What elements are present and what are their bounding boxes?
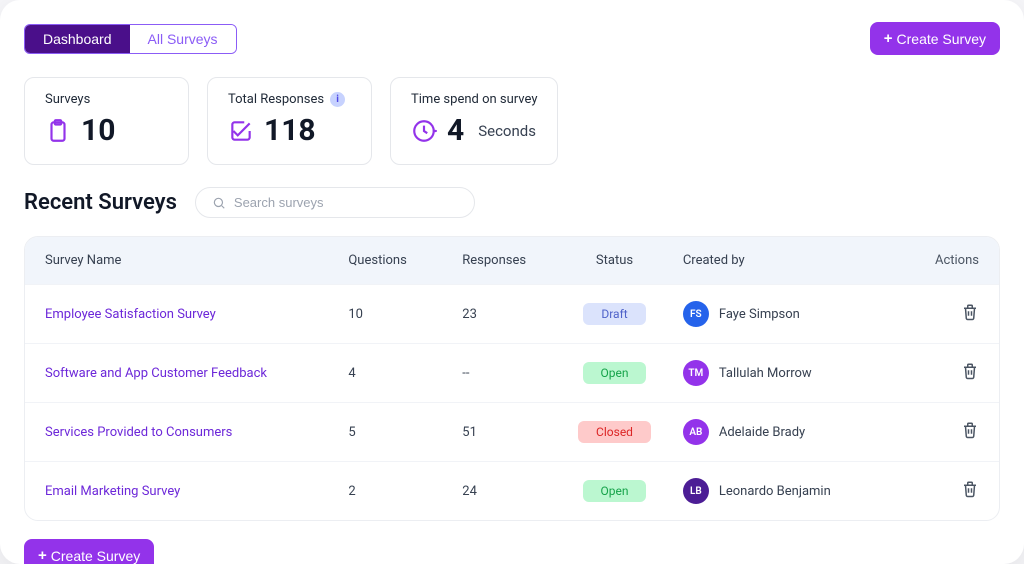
- user-name: Tallulah Morrow: [719, 366, 812, 381]
- cell-questions: 5: [318, 425, 432, 440]
- cell-status: Open: [546, 480, 683, 502]
- search-input[interactable]: [234, 195, 458, 210]
- topbar: Dashboard All Surveys + Create Survey: [24, 22, 1000, 55]
- col-actions: Actions: [888, 253, 979, 268]
- cell-questions: 4: [318, 366, 432, 381]
- stat-time-value: 4: [447, 113, 464, 148]
- status-badge: Closed: [578, 421, 651, 443]
- cell-responses: 24: [432, 484, 546, 499]
- surveys-table: Survey Name Questions Responses Status C…: [24, 236, 1000, 521]
- plus-icon: +: [884, 30, 893, 47]
- user-name: Leonardo Benjamin: [719, 484, 831, 499]
- cell-created-by: TM Tallulah Morrow: [683, 360, 888, 386]
- create-survey-button[interactable]: + Create Survey: [870, 22, 1000, 55]
- cell-status: Draft: [546, 303, 683, 325]
- status-badge: Open: [583, 362, 647, 384]
- survey-name-link[interactable]: Services Provided to Consumers: [45, 425, 318, 440]
- cell-created-by: LB Leonardo Benjamin: [683, 478, 888, 504]
- app-frame: Dashboard All Surveys + Create Survey Su…: [0, 0, 1024, 564]
- cell-status: Open: [546, 362, 683, 384]
- section-title: Recent Surveys: [24, 190, 177, 215]
- delete-icon[interactable]: [961, 421, 979, 443]
- create-survey-label: Create Survey: [897, 31, 986, 47]
- col-responses: Responses: [432, 253, 546, 268]
- avatar: FS: [683, 301, 709, 327]
- view-tabs: Dashboard All Surveys: [24, 24, 237, 54]
- user-name: Faye Simpson: [719, 307, 800, 322]
- tab-all-surveys[interactable]: All Surveys: [130, 25, 236, 53]
- table-row: Services Provided to Consumers551 Closed A…: [25, 402, 999, 461]
- col-questions: Questions: [318, 253, 432, 268]
- table-row: Email Marketing Survey224 Open LB Leonardo …: [25, 461, 999, 520]
- cell-responses: --: [432, 366, 546, 381]
- col-name: Survey Name: [45, 253, 318, 268]
- cell-questions: 10: [318, 307, 432, 322]
- stat-time: Time spend on survey 4 Seconds: [390, 77, 558, 165]
- table-row: Software and App Customer Feedback4-- Ope…: [25, 343, 999, 402]
- col-status: Status: [546, 253, 683, 268]
- check-square-icon: [228, 118, 254, 144]
- stats-row: Surveys 10 Total Responses i 118 Time sp…: [24, 77, 1000, 165]
- table-header: Survey Name Questions Responses Status C…: [25, 237, 999, 284]
- stat-responses: Total Responses i 118: [207, 77, 372, 165]
- survey-name-link[interactable]: Employee Satisfaction Survey: [45, 307, 318, 322]
- clipboard-icon: [45, 118, 71, 144]
- survey-name-link[interactable]: Software and App Customer Feedback: [45, 366, 318, 381]
- footer: + Create Survey: [24, 539, 1000, 564]
- avatar: LB: [683, 478, 709, 504]
- col-created-by: Created by: [683, 253, 888, 268]
- cell-responses: 23: [432, 307, 546, 322]
- survey-name-link[interactable]: Email Marketing Survey: [45, 484, 318, 499]
- search-wrap[interactable]: [195, 187, 475, 218]
- stat-time-unit: Seconds: [478, 122, 536, 140]
- status-badge: Draft: [583, 303, 645, 325]
- table-row: Employee Satisfaction Survey1023DraftFSF…: [25, 284, 999, 343]
- search-icon: [212, 196, 226, 210]
- info-icon[interactable]: i: [330, 92, 345, 107]
- delete-icon[interactable]: [961, 480, 979, 502]
- cell-questions: 2: [318, 484, 432, 499]
- create-survey-button-footer[interactable]: + Create Survey: [24, 539, 154, 564]
- status-badge: Open: [583, 480, 647, 502]
- delete-icon[interactable]: [961, 303, 979, 325]
- avatar: AB: [683, 419, 709, 445]
- stat-surveys-value: 10: [81, 113, 115, 148]
- stat-responses-title: Total Responses: [228, 92, 324, 107]
- cell-created-by: FS Faye Simpson: [683, 301, 888, 327]
- create-survey-label: Create Survey: [51, 548, 140, 564]
- stat-surveys: Surveys 10: [24, 77, 189, 165]
- tab-dashboard[interactable]: Dashboard: [25, 25, 130, 53]
- stat-time-title: Time spend on survey: [411, 92, 537, 107]
- stat-surveys-title: Surveys: [45, 92, 168, 107]
- cell-created-by: AB Adelaide Brady: [683, 419, 888, 445]
- cell-status: Closed: [546, 421, 683, 443]
- clock-icon: [411, 118, 437, 144]
- avatar: TM: [683, 360, 709, 386]
- table-body: Employee Satisfaction Survey1023DraftFSF…: [25, 284, 999, 520]
- cell-responses: 51: [432, 425, 546, 440]
- plus-icon: +: [38, 547, 47, 564]
- stat-responses-value: 118: [264, 113, 316, 148]
- user-name: Adelaide Brady: [719, 425, 805, 440]
- delete-icon[interactable]: [961, 362, 979, 384]
- section-head: Recent Surveys: [24, 187, 1000, 218]
